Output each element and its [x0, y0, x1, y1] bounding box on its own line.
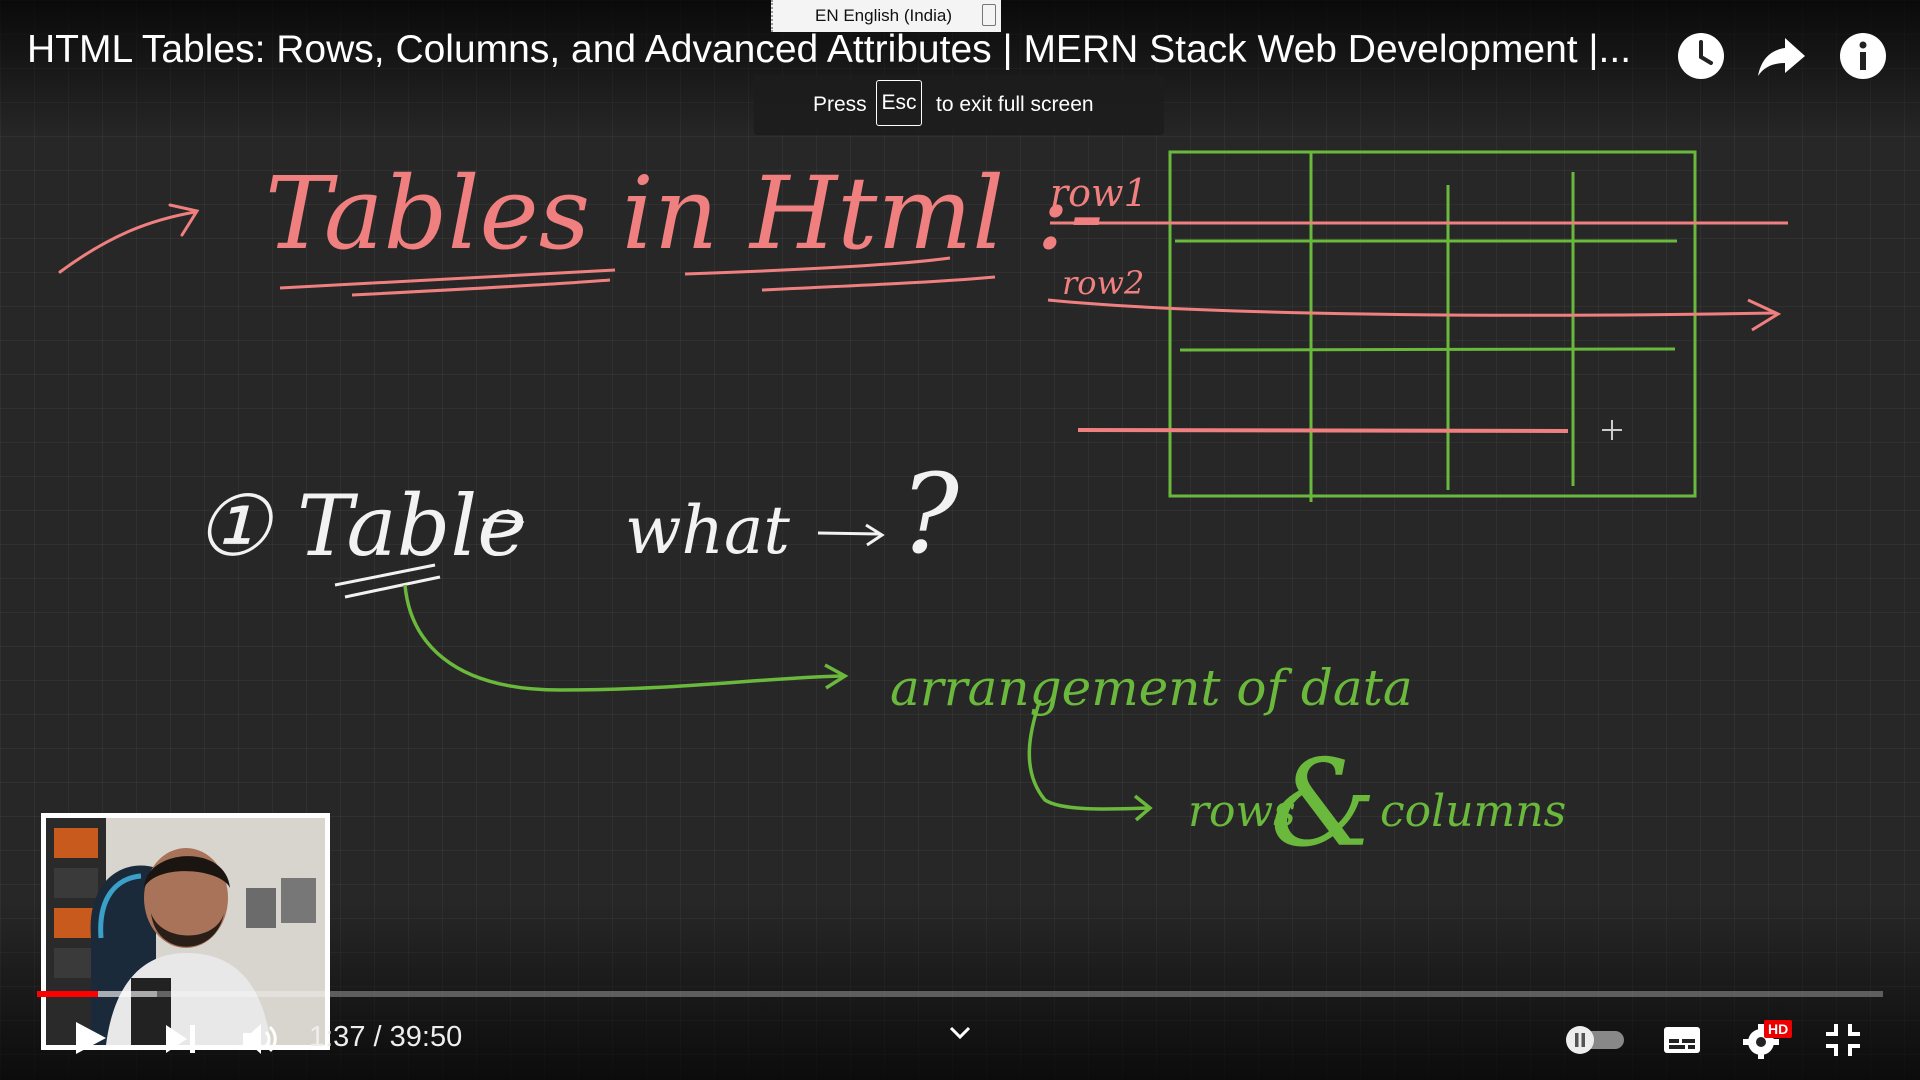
- volume-icon[interactable]: [240, 1020, 280, 1058]
- definition-arrow: [403, 584, 843, 692]
- language-text: EN English (India): [815, 6, 953, 25]
- heading-group: Tables in Html :-: [58, 155, 1103, 297]
- video-title[interactable]: HTML Tables: Rows, Columns, and Advanced…: [27, 28, 1667, 72]
- table-label: ① Table: [195, 477, 527, 575]
- table-outline: [1168, 150, 1697, 498]
- subtitles-icon[interactable]: [1662, 1024, 1702, 1056]
- video-player[interactable]: Tables in Html :- row1 row2 ① Table what…: [0, 0, 1920, 1080]
- info-icon[interactable]: [1837, 30, 1889, 82]
- progress-played: [37, 991, 98, 997]
- heading-text: Tables in Html :-: [265, 155, 1103, 272]
- autoplay-toggle[interactable]: [1564, 1024, 1626, 1054]
- current-time: 1:37: [309, 1021, 366, 1053]
- heading-arrowhead: [168, 203, 200, 237]
- time-display: 1:37 / 39:50: [309, 1021, 462, 1054]
- webcam-overlay: [41, 813, 330, 1050]
- definition-text: arrangement of data: [890, 659, 1413, 717]
- settings-icon[interactable]: HD: [1743, 1020, 1795, 1060]
- play-icon[interactable]: [70, 1018, 110, 1058]
- table-definition-group: ① Table what ?: [195, 450, 960, 599]
- explanation-group: arrangement of data rows & columns: [403, 584, 1566, 874]
- table-row-line-2: [1179, 347, 1676, 352]
- language-indicator: EN English (India): [771, 0, 1001, 32]
- chevron-down-icon[interactable]: [948, 1024, 972, 1042]
- heading-underline-1: [279, 268, 616, 290]
- row2-arrowhead: [1747, 298, 1782, 332]
- esc-key: Esc: [876, 80, 922, 126]
- detail-columns: columns: [1380, 786, 1566, 837]
- heading-underline-4: [761, 275, 996, 292]
- heading-arrow: [58, 210, 197, 274]
- webcam-feed: [46, 818, 325, 1045]
- notice-rest: to exit full screen: [936, 93, 1094, 116]
- expand-icon: [982, 4, 996, 26]
- next-icon[interactable]: [163, 1022, 199, 1056]
- move-cursor-icon: [1602, 420, 1622, 440]
- exit-fullscreen-icon[interactable]: [1824, 1022, 1862, 1058]
- duration: 39:50: [389, 1021, 463, 1053]
- notice-press: Press: [813, 93, 867, 116]
- share-icon[interactable]: [1755, 30, 1807, 82]
- question-arrow: [817, 531, 881, 536]
- watch-later-icon[interactable]: [1675, 30, 1727, 82]
- table-sketch: row1 row2: [1047, 150, 1788, 502]
- row3-line: [1077, 428, 1569, 433]
- table-arrow: [482, 518, 521, 524]
- question-mark: ?: [900, 450, 960, 578]
- time-separator: /: [365, 1021, 390, 1053]
- progress-bar[interactable]: [37, 991, 1883, 997]
- row1-label: row1: [1050, 171, 1148, 215]
- fullscreen-notice: Press Esc to exit full screen: [754, 75, 1164, 135]
- row2-arrow: [1047, 298, 1776, 317]
- question-text: what: [625, 492, 790, 569]
- hd-badge: HD: [1764, 1020, 1793, 1038]
- detail-ampersand: &: [1270, 735, 1377, 874]
- row2-label: row2: [1062, 264, 1144, 302]
